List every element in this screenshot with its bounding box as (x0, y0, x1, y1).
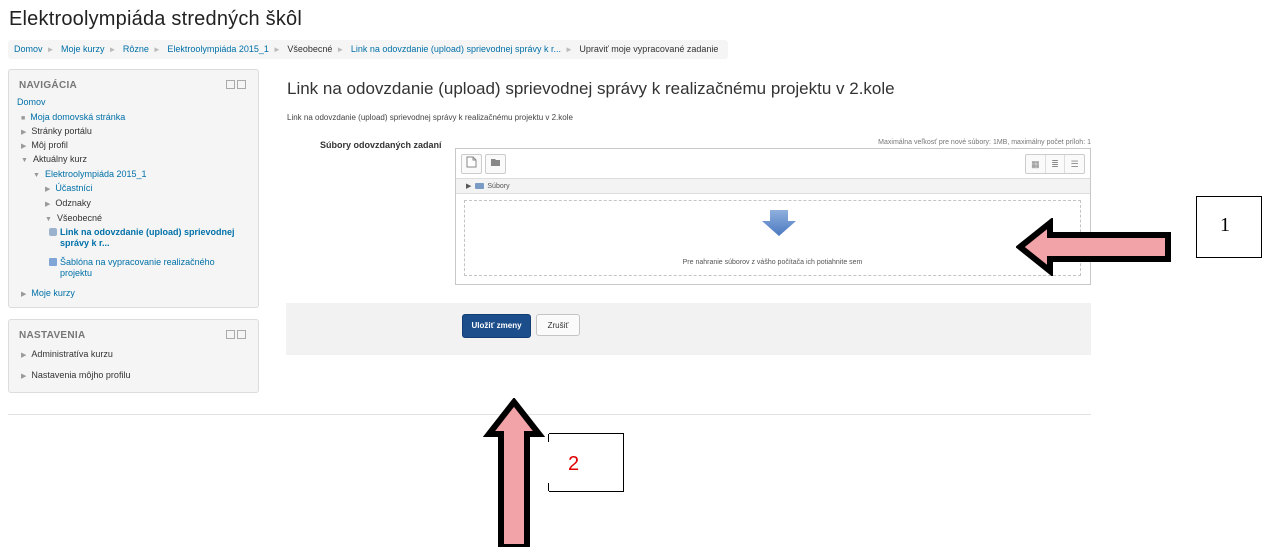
settings-block-title: NASTAVENIA (19, 330, 86, 341)
nav-template-line1[interactable]: Šablóna na vypracovanie realizačného (60, 257, 215, 267)
nav-participants[interactable]: ▶ Účastníci (45, 183, 92, 195)
nav-site-pages[interactable]: ▶ Stránky portálu (21, 126, 92, 138)
view-tree-icon[interactable]: ☰ (1065, 155, 1084, 173)
path-label[interactable]: Súbory (487, 183, 509, 190)
breadcrumb-section: Všeobecné (287, 44, 333, 54)
hide-icon[interactable] (237, 330, 246, 339)
add-file-icon (466, 156, 477, 168)
collapse-icon: ▼ (33, 172, 40, 179)
settings-profile[interactable]: ▶ Nastavenia môjho profilu (21, 370, 130, 382)
files-label: Súbory odovzdaných zadaní (320, 140, 442, 150)
breadcrumb-home[interactable]: Domov (14, 44, 43, 54)
nav-site-pages-label: Stránky portálu (31, 126, 92, 136)
breadcrumb-category[interactable]: Rôzne (123, 44, 149, 54)
save-changes-button[interactable]: Uložiť zmeny (462, 314, 531, 338)
breadcrumb-separator-icon: ► (336, 45, 345, 54)
expand-icon: ▶ (21, 143, 27, 150)
nav-my-profile-label: Môj profil (31, 140, 68, 150)
download-arrow-icon (762, 210, 796, 236)
nav-template-line2[interactable]: projektu (60, 268, 92, 278)
resource-icon (49, 258, 57, 266)
expand-icon: ▶ (21, 129, 27, 136)
view-icons-icon[interactable]: ▦ (1026, 155, 1046, 173)
navigation-block: NAVIGÁCIA Domov ■ Moja domovská stránka ▶… (8, 69, 259, 308)
settings-course-admin[interactable]: ▶ Administratíva kurzu (21, 349, 113, 361)
expand-icon: ▶ (45, 201, 51, 208)
nav-course[interactable]: ▼ Elektroolympiáda 2015_1 (33, 169, 147, 181)
nav-dashboard-link[interactable]: Moja domovská stránka (30, 112, 125, 122)
breadcrumb-separator-icon: ► (152, 45, 161, 54)
nav-my-profile[interactable]: ▶ Môj profil (21, 140, 68, 152)
expand-icon: ▶ (45, 186, 51, 193)
collapse-icon: ▼ (21, 157, 28, 164)
breadcrumb-separator-icon: ► (108, 45, 117, 54)
dock-icon[interactable] (226, 330, 235, 339)
add-file-button[interactable] (461, 154, 482, 174)
create-folder-icon (491, 159, 500, 166)
nav-general[interactable]: ▼ Všeobecné (45, 213, 102, 225)
breadcrumb-current: Upraviť moje vypracované zadanie (579, 44, 719, 54)
upload-limits: Maximálna veľkosť pre nové súbory: 1MB, … (878, 139, 1091, 146)
navigation-block-title: NAVIGÁCIA (19, 80, 78, 91)
collapse-icon: ▼ (45, 216, 52, 223)
bullet-icon: ■ (21, 115, 26, 122)
annotation-box-2: 2 (548, 433, 624, 492)
view-mode-switcher[interactable]: ▦ ≣ ☰ (1025, 154, 1085, 174)
breadcrumb-my-courses[interactable]: Moje kurzy (61, 44, 105, 54)
block-controls[interactable] (224, 80, 246, 91)
nav-badges[interactable]: ▶ Odznaky (45, 198, 91, 210)
assignment-icon (49, 228, 57, 236)
site-title: Elektroolympiáda stredných škôl (9, 8, 302, 30)
drop-zone-text: Pre nahranie súborov z vášho počítača ic… (682, 259, 863, 266)
nav-badges-label: Odznaky (55, 198, 91, 208)
path-arrow-icon: ▶ (466, 183, 472, 190)
expand-icon: ▶ (21, 291, 27, 298)
nav-current-course[interactable]: ▼ Aktuálny kurz (21, 154, 87, 166)
nav-participants-link[interactable]: Účastníci (55, 183, 92, 193)
block-controls[interactable] (224, 330, 246, 341)
breadcrumb-assignment[interactable]: Link na odovzdanie (upload) sprievodnej … (351, 44, 561, 54)
cancel-button[interactable]: Zrušiť (536, 314, 580, 336)
breadcrumb-separator-icon: ► (272, 45, 281, 54)
settings-block: NASTAVENIA ▶ Administratíva kurzu ▶ Nastav… (8, 319, 259, 393)
nav-my-courses-link[interactable]: Moje kurzy (31, 288, 75, 298)
nav-active-assignment-line1[interactable]: Link na odovzdanie (upload) sprievodnej (60, 227, 235, 237)
file-picker-path: ▶ Súbory (456, 178, 1090, 194)
settings-course-admin-label: Administratíva kurzu (31, 349, 113, 359)
nav-active-assignment[interactable]: Link na odovzdanie (upload) sprievodnej … (49, 227, 235, 249)
pointer-arrow-icon (483, 398, 545, 547)
nav-general-label: Všeobecné (56, 213, 102, 223)
assignment-intro: Link na odovzdanie (upload) sprievodnej … (287, 113, 573, 122)
folder-icon (475, 183, 485, 190)
breadcrumb-separator-icon: ► (564, 45, 573, 54)
nav-template-resource[interactable]: Šablóna na vypracovanie realizačného pro… (49, 257, 215, 279)
nav-home[interactable]: Domov (17, 97, 46, 108)
nav-dashboard[interactable]: ■ Moja domovská stránka (21, 112, 125, 124)
breadcrumb-separator-icon: ► (46, 45, 55, 54)
view-list-icon[interactable]: ≣ (1046, 155, 1066, 173)
file-drop-zone[interactable]: Pre nahranie súborov z vášho počítača ic… (464, 200, 1081, 276)
expand-icon: ▶ (21, 352, 27, 359)
annotation-label-1: 1 (1220, 214, 1230, 236)
form-buttons-area: Uložiť zmeny Zrušiť (286, 303, 1091, 355)
expand-icon: ▶ (21, 373, 27, 380)
breadcrumb-course[interactable]: Elektroolympiáda 2015_1 (167, 44, 269, 54)
nav-active-assignment-line2[interactable]: správy k r... (60, 238, 110, 248)
page-heading: Link na odovzdanie (upload) sprievodnej … (287, 79, 895, 98)
pointer-arrow-icon (1016, 218, 1171, 276)
nav-course-link[interactable]: Elektroolympiáda 2015_1 (45, 169, 147, 179)
create-folder-button[interactable] (485, 154, 506, 174)
annotation-label-2: 2 (568, 453, 580, 475)
nav-current-course-label: Aktuálny kurz (32, 154, 87, 164)
footer-divider (8, 414, 1091, 415)
nav-my-courses[interactable]: ▶ Moje kurzy (21, 288, 75, 300)
file-picker: ▦ ≣ ☰ ▶ Súbory Pre nahranie súborov z váš… (455, 148, 1091, 285)
breadcrumb: Domov ► Moje kurzy ► Rôzne ► Elektroolympiá… (8, 40, 728, 59)
annotation-box-1: 1 (1196, 196, 1262, 258)
settings-profile-label: Nastavenia môjho profilu (31, 370, 131, 380)
hide-icon[interactable] (237, 80, 246, 89)
dock-icon[interactable] (226, 80, 235, 89)
nav-home-link[interactable]: Domov (17, 97, 46, 107)
